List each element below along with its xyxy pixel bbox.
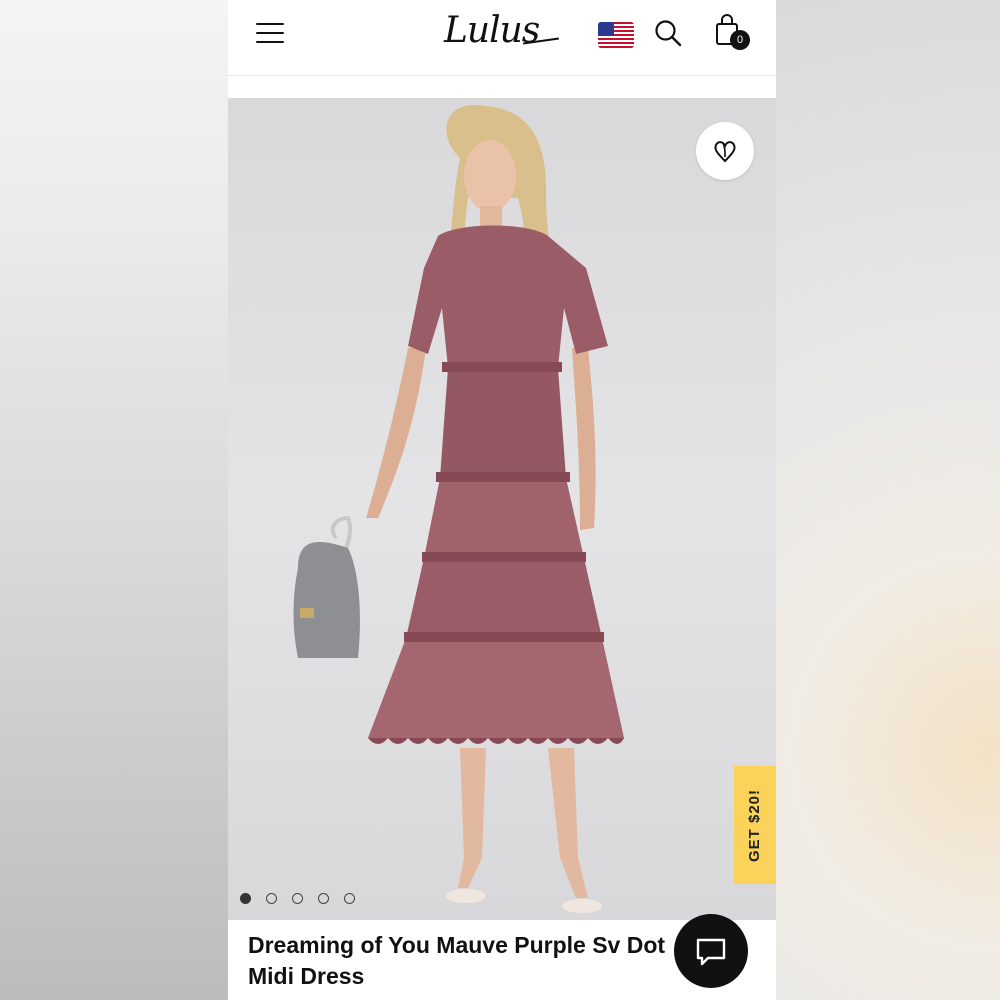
us-flag-icon[interactable] (598, 22, 634, 48)
chat-bubble-icon (696, 938, 726, 966)
model-in-dress-illustration (293, 104, 624, 913)
header-spacer (228, 76, 776, 98)
product-image[interactable]: GET $20! (228, 98, 776, 920)
hamburger-menu-icon[interactable] (252, 17, 288, 49)
carousel-dot[interactable] (318, 893, 329, 904)
site-header: Lulus 0 (228, 0, 776, 76)
carousel-indicators (240, 893, 355, 904)
search-icon[interactable] (653, 18, 683, 48)
favorite-button[interactable] (696, 122, 754, 180)
phone-screen: Lulus 0 GET $20! Dreaming of You Mauve P… (228, 0, 776, 1000)
product-title: Dreaming of You Mauve Purple Sv Dot Midi… (248, 932, 666, 989)
carousel-dot[interactable] (344, 893, 355, 904)
carousel-dot[interactable] (240, 893, 251, 904)
promo-tab-label: GET $20! (746, 788, 764, 862)
carousel-dot[interactable] (266, 893, 277, 904)
left-background (0, 0, 228, 1000)
chat-button[interactable] (674, 914, 748, 988)
cart-count-badge: 0 (730, 30, 750, 50)
heart-icon (714, 141, 736, 163)
right-background (776, 0, 1000, 1000)
carousel-dot[interactable] (292, 893, 303, 904)
promo-tab[interactable]: GET $20! (734, 766, 776, 884)
shopping-bag-button[interactable]: 0 (714, 14, 754, 54)
brand-logo[interactable]: Lulus (444, 6, 559, 56)
product-info: Dreaming of You Mauve Purple Sv Dot Midi… (248, 930, 678, 992)
